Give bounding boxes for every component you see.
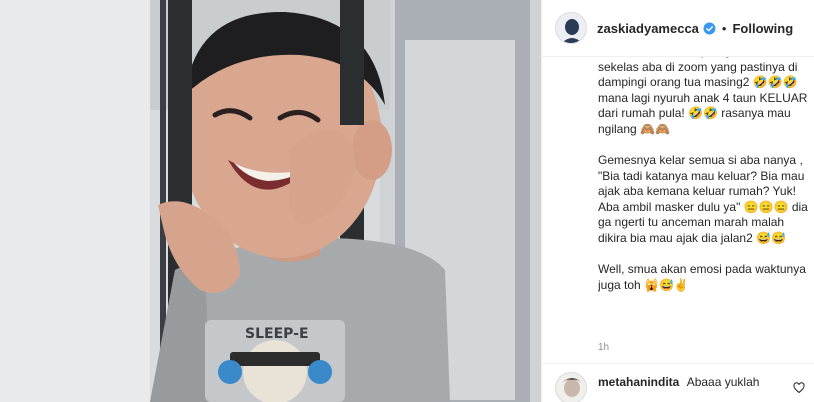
post-image[interactable]: SLEEP-E bbox=[0, 0, 541, 402]
author-avatar-image bbox=[556, 13, 586, 43]
commenter-avatar[interactable] bbox=[555, 372, 587, 402]
comment-text-block: metahanindita Abaaa yuklah bbox=[598, 375, 776, 402]
verified-badge-icon bbox=[703, 22, 716, 35]
post-side-panel: zaskiadyamecca • Following kesabaran Bia… bbox=[541, 0, 814, 402]
comments-divider bbox=[542, 363, 814, 364]
comment-text: Abaaa yuklah bbox=[686, 375, 760, 389]
author-username[interactable]: zaskiadyamecca bbox=[597, 21, 699, 36]
heart-icon[interactable] bbox=[793, 381, 805, 399]
post-caption: kesabaran Bia didepan guru dan temen sek… bbox=[598, 52, 811, 339]
svg-text:SLEEP-E: SLEEP-E bbox=[245, 326, 309, 342]
caption-paragraph-1: kesabaran Bia didepan guru dan temen sek… bbox=[598, 52, 808, 136]
caption-paragraph-3: Well, smua akan emosi pada waktunya juga… bbox=[598, 261, 806, 292]
caption-paragraph-2: Gemesnya kelar semua si aba nanya , "Bia… bbox=[598, 152, 808, 245]
following-button[interactable]: Following bbox=[732, 21, 793, 36]
author-avatar[interactable] bbox=[555, 12, 587, 44]
comment-item: metahanindita Abaaa yuklah bbox=[555, 372, 814, 402]
comment-username[interactable]: metahanindita bbox=[598, 375, 679, 389]
commenter-avatar-image bbox=[556, 373, 586, 402]
post-timestamp[interactable]: 1h bbox=[598, 342, 609, 353]
post-header: zaskiadyamecca • Following bbox=[542, 0, 814, 57]
post-photo: SLEEP-E bbox=[0, 0, 541, 402]
header-separator: • bbox=[721, 20, 727, 36]
